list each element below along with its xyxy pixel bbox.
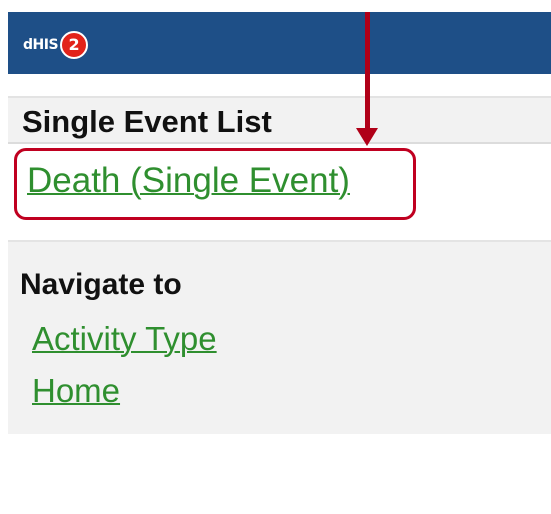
death-single-event-link[interactable]: Death (Single Event) [27,161,350,201]
header-spacer [8,74,551,98]
page-title: Single Event List [22,104,272,139]
event-list-area: Death (Single Event) [8,144,551,242]
activity-type-link[interactable]: Activity Type [32,320,217,358]
annotation-arrow-shaft [365,12,370,130]
navigate-section: Navigate to Activity Type Home [8,242,551,434]
app-frame: dHIS 2 Single Event List Death (Single E… [8,12,551,514]
logo-text: dHIS [23,37,59,53]
annotation-arrow-icon [356,128,378,146]
single-event-list-header: Single Event List [8,98,551,144]
home-link[interactable]: Home [32,372,120,410]
top-header-bar: dHIS 2 [8,12,551,74]
logo-badge: 2 [60,31,89,59]
navigate-to-heading: Navigate to [20,268,182,301]
dhis2-logo[interactable]: dHIS 2 [23,31,89,59]
